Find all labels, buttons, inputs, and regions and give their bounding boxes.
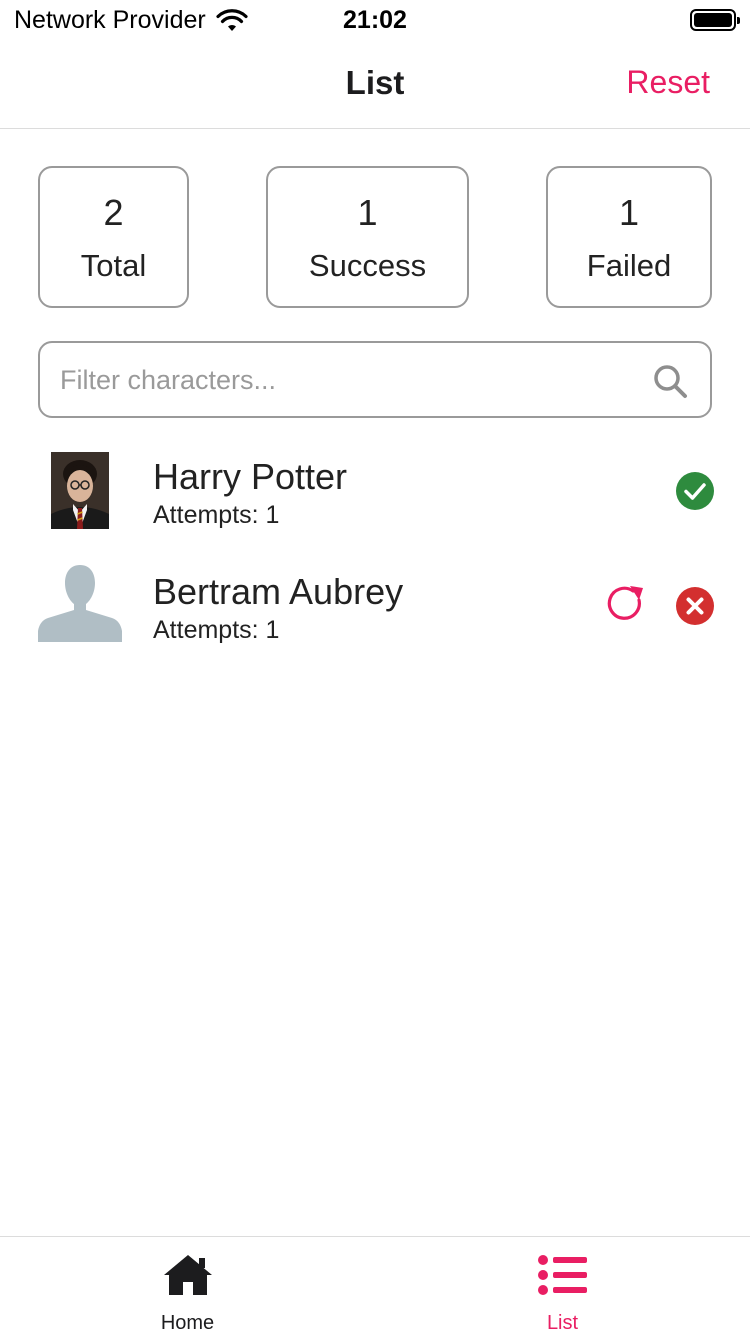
stat-total-label: Total [80,248,147,283]
stat-failed-label: Failed [586,248,672,283]
avatar [51,452,109,529]
retry-icon[interactable] [604,583,646,625]
tab-home-label: Home [160,1312,215,1334]
list-item[interactable]: Bertram Aubrey Attempts: 1 [0,555,750,655]
reset-button[interactable]: Reset [626,64,710,101]
list-icon [537,1255,587,1295]
search-icon[interactable] [652,363,688,399]
search-box [38,341,712,418]
tab-home[interactable]: Home [0,1237,375,1334]
attempts-count: Attempts: 1 [153,616,280,644]
error-circle-icon [676,587,714,625]
tab-bar: Home List [0,1236,750,1334]
attempts-count: Attempts: 1 [153,501,280,529]
search-input[interactable] [60,361,640,399]
check-circle-icon [676,472,714,510]
stat-total-value: 2 [103,192,124,233]
navigation-bar: List Reset [0,40,750,129]
tab-list[interactable]: List [375,1237,750,1334]
tab-list-label: List [546,1312,579,1334]
stat-failed-card: 1 Failed [546,166,712,308]
list-item[interactable]: Harry Potter Attempts: 1 [0,440,750,540]
stat-failed-value: 1 [618,192,640,233]
battery-icon [690,9,740,31]
stat-total-card: 2 Total [38,166,189,308]
home-icon [163,1255,212,1295]
character-name: Harry Potter [153,456,348,497]
avatar-placeholder-icon [38,565,122,642]
stat-success-value: 1 [357,192,378,233]
stat-success-card: 1 Success [266,166,469,308]
status-bar: Network Provider 21:02 [0,0,750,40]
status-time: 21:02 [343,6,407,34]
stat-success-label: Success [308,248,427,283]
character-name: Bertram Aubrey [153,571,404,612]
